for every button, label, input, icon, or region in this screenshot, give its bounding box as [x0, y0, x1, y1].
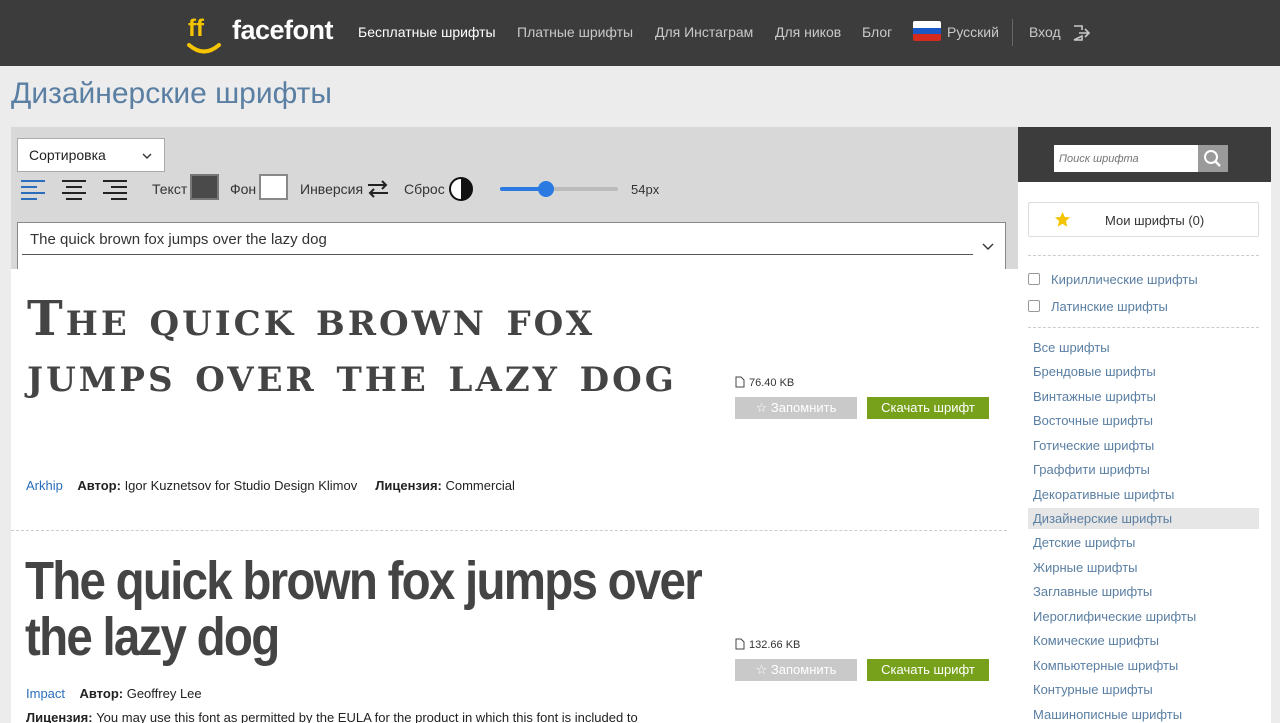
- swap-arrows-icon[interactable]: [366, 179, 390, 199]
- category-brand[interactable]: Брендовые шрифты: [1028, 361, 1259, 382]
- align-left-icon[interactable]: [21, 179, 45, 201]
- download-font-button[interactable]: Скачать шрифт: [867, 397, 989, 419]
- category-hieroglyphic[interactable]: Иероглифические шрифты: [1028, 606, 1259, 627]
- font-sample[interactable]: The quick brown fox jumps over the lazy …: [27, 291, 687, 403]
- search-input[interactable]: [1054, 145, 1198, 172]
- font-license-row: Лицензия: You may use this font as permi…: [26, 710, 638, 723]
- category-all[interactable]: Все шрифты: [1028, 337, 1259, 358]
- language-selector[interactable]: Русский: [947, 24, 999, 40]
- font-size-value: 54px: [631, 182, 660, 197]
- logo-text: facefont: [232, 15, 334, 45]
- category-outline[interactable]: Контурные шрифты: [1028, 679, 1259, 700]
- preview-text-input[interactable]: The quick brown fox jumps over the lazy …: [17, 222, 1006, 269]
- font-license: Commercial: [445, 478, 515, 493]
- category-gothic[interactable]: Готические шрифты: [1028, 435, 1259, 456]
- category-vintage[interactable]: Винтажные шрифты: [1028, 386, 1259, 407]
- nav-instagram[interactable]: Для Инстаграм: [655, 24, 753, 40]
- logo-smile-icon: ff: [187, 15, 221, 54]
- site-logo[interactable]: ff facefont: [186, 14, 346, 58]
- chevron-down-icon[interactable]: [982, 240, 994, 252]
- page-title: Дизайнерские шрифты: [11, 77, 332, 110]
- category-graffiti[interactable]: Граффити шрифты: [1028, 459, 1259, 480]
- sidebar: Мои шрифты (0) Кириллические шрифты Лати…: [1018, 182, 1271, 723]
- background-color-label: Фон: [230, 181, 257, 197]
- nav-divider: [1012, 19, 1013, 46]
- russian-flag-icon[interactable]: [913, 21, 941, 41]
- sort-label: Сортировка: [29, 147, 106, 163]
- search-icon: [1204, 150, 1221, 167]
- nav-free-fonts[interactable]: Бесплатные шрифты: [358, 24, 496, 40]
- font-license: You may use this font as permitted by th…: [96, 710, 638, 723]
- font-author: Geoffrey Lee: [126, 686, 202, 701]
- category-oriental[interactable]: Восточные шрифты: [1028, 410, 1259, 431]
- category-comic[interactable]: Комические шрифты: [1028, 630, 1259, 651]
- chevron-down-icon: [142, 153, 152, 159]
- my-fonts-button[interactable]: Мои шрифты (0): [1028, 202, 1259, 237]
- file-size: 76.40 KB: [735, 376, 794, 389]
- font-size-slider[interactable]: [500, 181, 618, 197]
- sidebar-search-bar: [1018, 127, 1271, 182]
- preview-toolbar: Сортировка Текст Фон Инверсия Сброс 54px…: [11, 127, 1018, 269]
- my-fonts-label: Мои шрифты (0): [1105, 213, 1205, 228]
- checkbox[interactable]: [1028, 273, 1040, 285]
- top-navbar: ff facefont Бесплатные шрифты Платные шр…: [0, 0, 1280, 66]
- category-designer[interactable]: Дизайнерские шрифты: [1028, 508, 1259, 529]
- sidebar-divider: [1028, 255, 1259, 256]
- input-underline: [22, 254, 973, 255]
- download-font-button[interactable]: Скачать шрифт: [867, 659, 989, 681]
- font-meta: Arkhip Автор: Igor Kuznetsov for Studio …: [26, 478, 515, 493]
- login-icon[interactable]: [1072, 24, 1090, 42]
- align-center-icon[interactable]: [62, 179, 86, 201]
- save-font-button[interactable]: ☆ Запомнить: [735, 659, 857, 681]
- font-name-link[interactable]: Impact: [26, 686, 65, 701]
- text-color-label: Текст: [152, 181, 188, 197]
- preview-text-value: The quick brown fox jumps over the lazy …: [30, 231, 327, 248]
- inversion-label: Инверсия: [300, 181, 364, 197]
- category-decorative[interactable]: Декоративные шрифты: [1028, 484, 1259, 505]
- filter-label: Кириллические шрифты: [1051, 272, 1198, 287]
- file-size: 132.66 KB: [735, 638, 800, 651]
- background-color-swatch[interactable]: [259, 174, 288, 200]
- nav-paid-fonts[interactable]: Платные шрифты: [517, 24, 633, 40]
- file-icon: [735, 376, 745, 388]
- font-meta: Impact Автор: Geoffrey Lee: [26, 686, 202, 701]
- search-button[interactable]: [1198, 145, 1228, 172]
- category-kids[interactable]: Детские шрифты: [1028, 532, 1259, 553]
- font-author: Igor Kuznetsov for Studio Design Klimov: [124, 478, 358, 493]
- filter-label: Латинские шрифты: [1051, 299, 1168, 314]
- category-computer[interactable]: Компьютерные шрифты: [1028, 655, 1259, 676]
- star-icon: [1054, 211, 1071, 227]
- checkbox[interactable]: [1028, 300, 1040, 312]
- font-list: The quick brown fox jumps over the lazy …: [11, 269, 1018, 723]
- nav-nicknames[interactable]: Для ников: [775, 24, 841, 40]
- login-link[interactable]: Вход: [1029, 24, 1061, 40]
- align-right-icon[interactable]: [103, 179, 127, 201]
- text-color-swatch[interactable]: [190, 174, 219, 200]
- file-icon: [735, 638, 745, 650]
- save-font-button[interactable]: ☆ Запомнить: [735, 397, 857, 419]
- slider-thumb[interactable]: [538, 181, 555, 197]
- entry-divider: [11, 530, 1007, 531]
- contrast-icon[interactable]: [448, 176, 474, 202]
- category-typewriter[interactable]: Машинописные шрифты: [1028, 704, 1259, 723]
- sidebar-divider: [1028, 327, 1259, 328]
- font-sample[interactable]: The quick brown fox jumps over the lazy …: [25, 553, 711, 665]
- sort-dropdown[interactable]: Сортировка: [17, 138, 165, 172]
- svg-text:ff: ff: [188, 15, 205, 42]
- nav-blog[interactable]: Блог: [862, 24, 892, 40]
- font-name-link[interactable]: Arkhip: [26, 478, 63, 493]
- reset-label: Сброс: [404, 181, 445, 197]
- category-capitals[interactable]: Заглавные шрифты: [1028, 581, 1259, 602]
- category-bold[interactable]: Жирные шрифты: [1028, 557, 1259, 578]
